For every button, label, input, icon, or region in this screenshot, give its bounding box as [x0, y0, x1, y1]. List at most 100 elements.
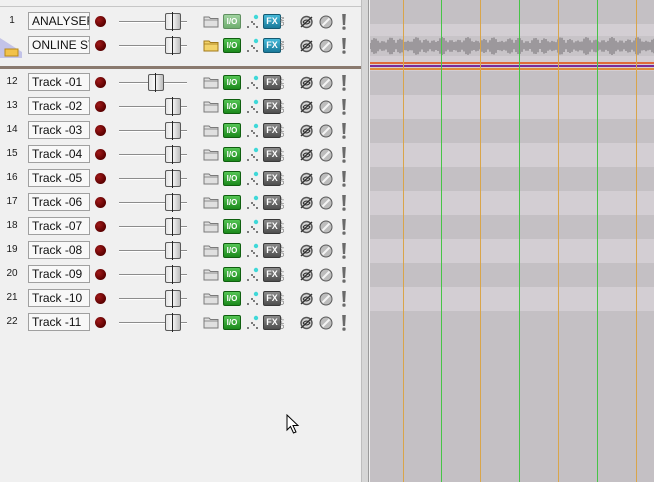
volume-fader-knob[interactable] — [165, 313, 181, 332]
exclamation-icon[interactable] — [340, 37, 348, 55]
io-routing-button[interactable]: I/O — [223, 267, 241, 282]
folder-icon[interactable] — [203, 39, 219, 52]
io-routing-button[interactable]: I/O — [223, 291, 241, 306]
track-name-field[interactable]: Track -10 — [28, 289, 90, 307]
track-name-field[interactable]: Track -09 — [28, 265, 90, 283]
record-arm-icon[interactable] — [95, 293, 106, 304]
track-lane[interactable] — [370, 311, 654, 335]
phase-icon[interactable] — [319, 76, 333, 90]
io-routing-button[interactable]: I/O — [223, 171, 241, 186]
exclamation-icon[interactable] — [340, 218, 348, 236]
track-row[interactable]: 21 Track -10 I/O FX OFF — [0, 287, 361, 311]
fx-button[interactable]: FX — [263, 315, 281, 330]
track-row[interactable]: 15 Track -04 I/O FX OFF — [0, 143, 361, 167]
io-routing-button[interactable]: I/O — [223, 243, 241, 258]
phase-icon[interactable] — [319, 124, 333, 138]
monitor-off-icon[interactable] — [299, 15, 314, 29]
io-routing-button[interactable]: I/O — [223, 38, 241, 53]
fx-button[interactable]: FX — [263, 99, 281, 114]
phase-icon[interactable] — [319, 316, 333, 330]
track-row[interactable]: ONLINE ST I/O FX ON — [0, 34, 361, 58]
record-arm-icon[interactable] — [95, 16, 106, 27]
folder-icon[interactable] — [203, 76, 219, 89]
fx-button[interactable]: FX — [263, 195, 281, 210]
monitor-off-icon[interactable] — [299, 268, 314, 282]
track-name-field[interactable]: Track -02 — [28, 97, 90, 115]
volume-fader-knob[interactable] — [165, 217, 181, 236]
exclamation-icon[interactable] — [340, 242, 348, 260]
track-row[interactable]: 19 Track -08 I/O FX OFF — [0, 239, 361, 263]
track-lane[interactable] — [370, 215, 654, 239]
fx-button[interactable]: FX — [263, 14, 281, 29]
track-row[interactable]: 13 Track -02 I/O FX OFF — [0, 95, 361, 119]
record-arm-icon[interactable] — [95, 269, 106, 280]
io-routing-button[interactable]: I/O — [223, 315, 241, 330]
monitor-off-icon[interactable] — [299, 100, 314, 114]
track-lane[interactable] — [370, 0, 654, 24]
envelope-dots-icon[interactable] — [245, 267, 259, 283]
track-lane[interactable] — [370, 287, 654, 311]
monitor-off-icon[interactable] — [299, 196, 314, 210]
exclamation-icon[interactable] — [340, 170, 348, 188]
volume-fader-knob[interactable] — [165, 289, 181, 308]
record-arm-icon[interactable] — [95, 221, 106, 232]
phase-icon[interactable] — [319, 15, 333, 29]
track-lane[interactable] — [370, 191, 654, 215]
phase-icon[interactable] — [319, 148, 333, 162]
track-row[interactable]: 1 ANALYSER I/O FX ON — [0, 10, 361, 34]
phase-icon[interactable] — [319, 172, 333, 186]
track-lane[interactable] — [370, 95, 654, 119]
exclamation-icon[interactable] — [340, 266, 348, 284]
volume-fader-knob[interactable] — [165, 121, 181, 140]
io-routing-button[interactable]: I/O — [223, 75, 241, 90]
phase-icon[interactable] — [319, 268, 333, 282]
fx-button[interactable]: FX — [263, 291, 281, 306]
io-routing-button[interactable]: I/O — [223, 195, 241, 210]
panel-splitter[interactable] — [361, 0, 369, 482]
track-row[interactable]: 16 Track -05 I/O FX OFF — [0, 167, 361, 191]
monitor-off-icon[interactable] — [299, 148, 314, 162]
track-name-field[interactable]: Track -07 — [28, 217, 90, 235]
envelope-dots-icon[interactable] — [245, 315, 259, 331]
track-name-field[interactable]: Track -06 — [28, 193, 90, 211]
monitor-off-icon[interactable] — [299, 316, 314, 330]
folder-icon[interactable] — [203, 220, 219, 233]
fx-button[interactable]: FX — [263, 267, 281, 282]
folder-icon[interactable] — [203, 292, 219, 305]
exclamation-icon[interactable] — [340, 74, 348, 92]
volume-fader-knob[interactable] — [165, 241, 181, 260]
monitor-off-icon[interactable] — [299, 292, 314, 306]
track-lane[interactable] — [370, 119, 654, 143]
envelope-dots-icon[interactable] — [245, 195, 259, 211]
phase-icon[interactable] — [319, 100, 333, 114]
io-routing-button[interactable]: I/O — [223, 123, 241, 138]
fx-button[interactable]: FX — [263, 75, 281, 90]
envelope-dots-icon[interactable] — [245, 219, 259, 235]
volume-fader-knob[interactable] — [148, 73, 164, 92]
track-row[interactable]: 12 Track -01 I/O FX OFF — [0, 71, 361, 95]
track-row[interactable]: 14 Track -03 I/O FX OFF — [0, 119, 361, 143]
phase-icon[interactable] — [319, 196, 333, 210]
folder-icon[interactable] — [203, 148, 219, 161]
track-name-field[interactable]: ONLINE ST — [28, 36, 90, 54]
monitor-off-icon[interactable] — [299, 76, 314, 90]
io-routing-button[interactable]: I/O — [223, 219, 241, 234]
fx-button[interactable]: FX — [263, 38, 281, 53]
record-arm-icon[interactable] — [95, 77, 106, 88]
track-row[interactable]: 17 Track -06 I/O FX OFF — [0, 191, 361, 215]
volume-fader-knob[interactable] — [165, 265, 181, 284]
arrange-view[interactable] — [370, 0, 654, 482]
track-name-field[interactable]: Track -04 — [28, 145, 90, 163]
track-name-field[interactable]: Track -08 — [28, 241, 90, 259]
io-routing-button[interactable]: I/O — [223, 14, 241, 29]
record-arm-icon[interactable] — [95, 40, 106, 51]
fx-button[interactable]: FX — [263, 123, 281, 138]
exclamation-icon[interactable] — [340, 98, 348, 116]
folder-icon[interactable] — [203, 172, 219, 185]
track-lane[interactable] — [370, 71, 654, 95]
fx-button[interactable]: FX — [263, 147, 281, 162]
folder-icon[interactable] — [203, 124, 219, 137]
monitor-off-icon[interactable] — [299, 124, 314, 138]
record-arm-icon[interactable] — [95, 317, 106, 328]
phase-icon[interactable] — [319, 220, 333, 234]
